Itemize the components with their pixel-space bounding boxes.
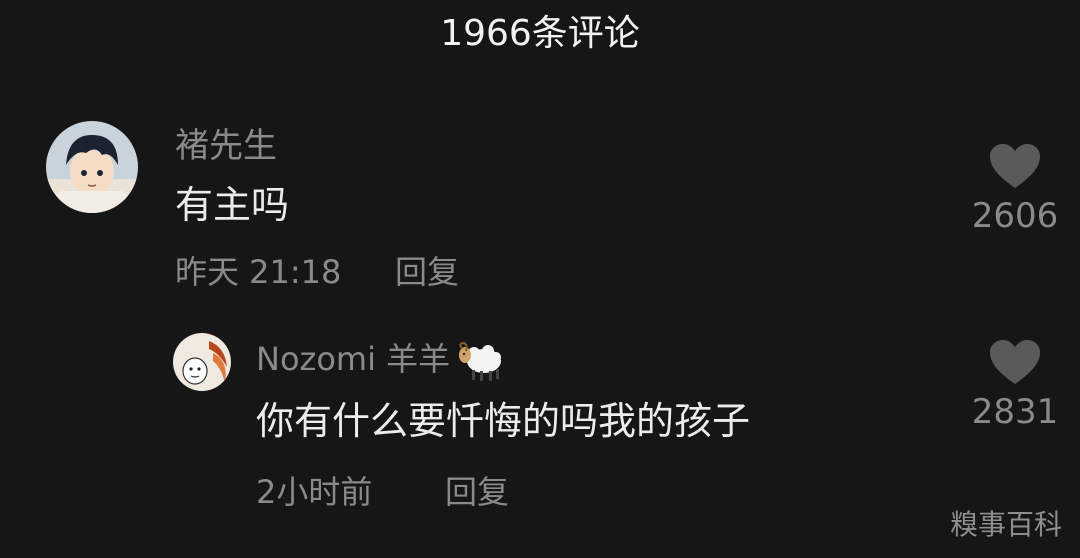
comment-count-title: 1966条评论 [440, 13, 640, 54]
like-count: 2831 [971, 392, 1059, 432]
like-group: 2606 [960, 142, 1070, 236]
comment-username[interactable]: Nozomi 羊羊 [256, 337, 504, 383]
comment-username-text: Nozomi 羊羊 [256, 340, 451, 378]
anime-boy-avatar-icon [46, 121, 138, 213]
watermark: 糗事百科 [949, 508, 1062, 541]
heart-icon[interactable] [988, 142, 1042, 190]
like-count: 2606 [971, 196, 1059, 236]
sheep-emoji-icon [459, 341, 502, 381]
user-avatar[interactable] [173, 333, 231, 391]
comment-timestamp: 昨天 21:18 [175, 253, 342, 291]
comment-text: 你有什么要忏悔的吗我的孩子 [256, 399, 751, 443]
heart-icon[interactable] [988, 338, 1042, 386]
like-group: 2831 [960, 338, 1070, 432]
comment-timestamp: 2小时前 [256, 473, 373, 511]
comment-text: 有主吗 [175, 183, 290, 227]
reply-button[interactable]: 回复 [445, 470, 509, 514]
comments-panel: 1966条评论 褚先生 有主吗 昨天 21:18 回复 2606 Nozomi … [0, 0, 1080, 558]
reply-button[interactable]: 回复 [395, 250, 459, 294]
meme-face-avatar-icon [173, 333, 231, 391]
comment-username[interactable]: 褚先生 [175, 124, 277, 168]
user-avatar[interactable] [46, 121, 138, 213]
